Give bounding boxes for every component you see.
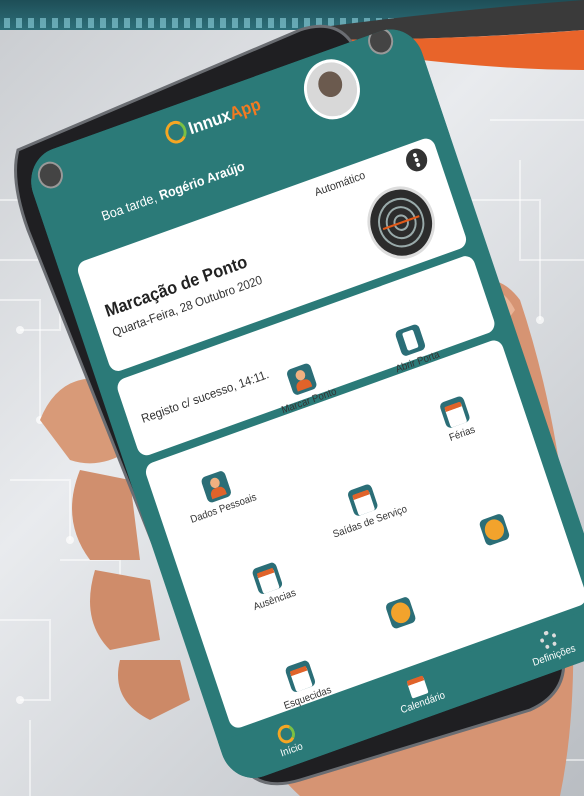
tile-ferias[interactable]: Férias: [401, 381, 514, 457]
person-orange-icon: [478, 512, 511, 547]
greeting-text: Boa tarde,: [99, 189, 159, 224]
fingerprint-button[interactable]: [357, 176, 445, 269]
person-icon: [200, 469, 233, 504]
avatar[interactable]: [296, 51, 368, 128]
calendar-icon: [284, 659, 317, 694]
innux-logo-icon: [162, 117, 190, 147]
calendar-icon: [251, 561, 284, 596]
tile-dados-pessoais[interactable]: Dados Pessoais: [162, 456, 275, 532]
calendar-icon: [346, 483, 379, 518]
nav-label: Início: [279, 740, 305, 760]
person-orange-icon: [384, 595, 417, 630]
calendar-icon: [438, 395, 471, 430]
user-name: Rogério Araújo: [156, 158, 247, 204]
tile-extra-1[interactable]: [347, 582, 456, 647]
back-icon[interactable]: [34, 158, 67, 193]
tile-extra-2[interactable]: [440, 499, 549, 564]
tile-ausencias[interactable]: Ausências: [213, 548, 326, 624]
tile-saidas-servico[interactable]: Saídas de Serviço: [309, 469, 422, 545]
logo-text-app: App: [227, 94, 264, 124]
logo-text-innux: Innux: [185, 105, 234, 139]
more-options-icon[interactable]: [403, 145, 431, 175]
